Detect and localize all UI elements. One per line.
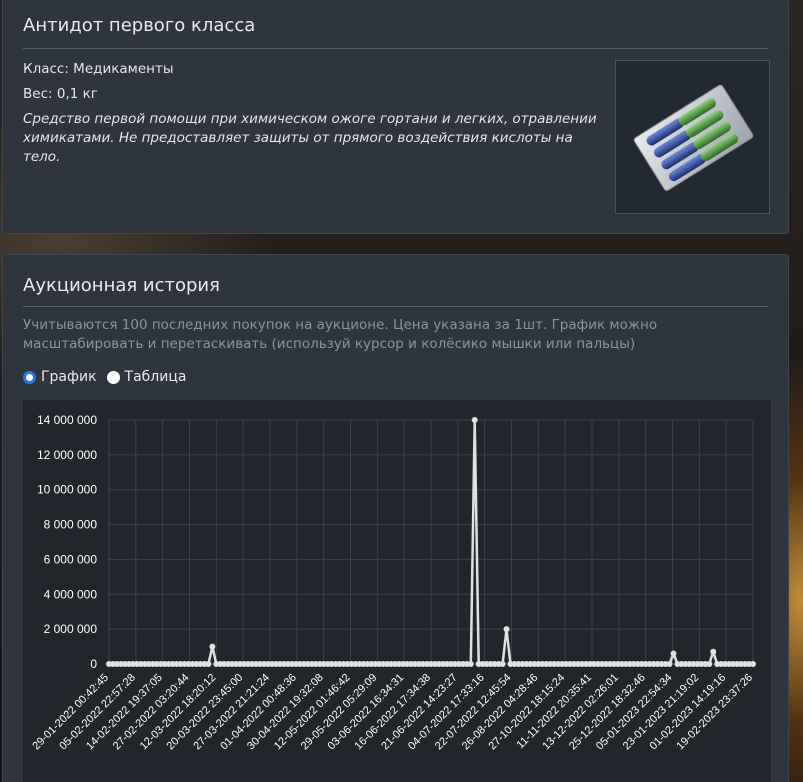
radio-chart[interactable]: [23, 370, 36, 384]
data-point: [666, 661, 673, 667]
item-card: Антидот первого класса Класс: Медикамент…: [2, 0, 789, 234]
item-class: Класс: Медикаменты: [23, 61, 174, 77]
y-tick-label: 4 000 000: [44, 587, 98, 601]
data-point: [706, 661, 713, 667]
item-title: Антидот первого класса: [23, 15, 256, 36]
view-toggle: График Таблица: [23, 369, 196, 385]
data-point: [710, 648, 717, 655]
radio-table[interactable]: [106, 370, 120, 384]
y-tick-label: 0: [90, 657, 97, 671]
y-tick-label: 8 000 000: [44, 518, 98, 532]
data-point: [471, 417, 478, 423]
item-description: Средство первой помощи при химическом ож…: [23, 111, 597, 165]
data-point: [750, 661, 756, 667]
item-weight: Вес: 0,1 кг: [23, 86, 98, 102]
divider: [23, 306, 768, 307]
auction-history-card: Аукционная история Учитываются 100 после…: [2, 254, 789, 782]
y-tick-label: 10 000 000: [37, 483, 97, 497]
y-tick-label: 6 000 000: [44, 552, 98, 566]
data-point: [467, 661, 474, 667]
price-chart[interactable]: 0 2 000 000 4 000 000 6 000 000 8 000 000 10 …: [23, 400, 771, 782]
data-point: [670, 650, 677, 657]
y-tick-label: 2 000 000: [44, 622, 98, 636]
auction-note: Учитываются 100 последних покупок на аук…: [23, 317, 658, 352]
antidote-pill-blister-icon: [633, 84, 754, 192]
divider: [23, 48, 768, 49]
data-point: [209, 643, 216, 650]
radio-table-label[interactable]: Таблица: [125, 369, 187, 385]
data-point: [503, 626, 510, 633]
data-point: [205, 661, 212, 667]
y-tick-label: 14 000 000: [37, 413, 97, 427]
auction-title: Аукционная история: [23, 275, 220, 296]
y-tick-label: 12 000 000: [37, 448, 97, 462]
item-image: [615, 60, 770, 214]
data-point: [499, 661, 506, 667]
price-chart-svg[interactable]: 0 2 000 000 4 000 000 6 000 000 8 000 000 10 …: [23, 400, 771, 782]
radio-chart-label[interactable]: График: [41, 369, 97, 385]
